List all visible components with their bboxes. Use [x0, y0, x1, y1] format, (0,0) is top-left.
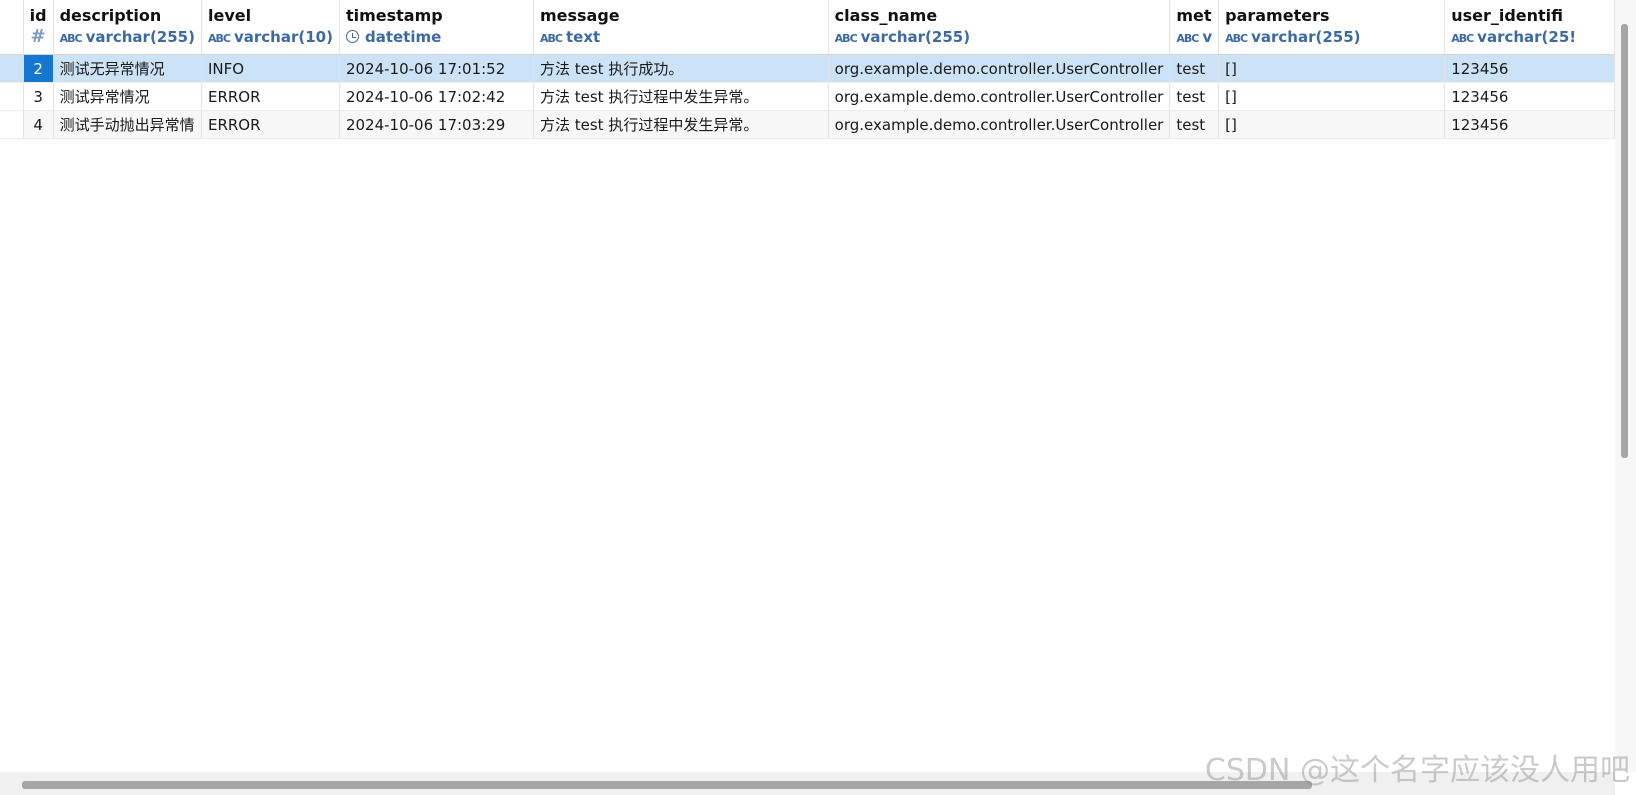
column-name: description — [59, 6, 162, 25]
column-type: # — [30, 26, 46, 47]
cell-parameters[interactable]: [] — [1218, 110, 1446, 139]
cell-class-name[interactable]: org.example.demo.controller.UserControll… — [828, 110, 1171, 139]
column-type: varchar(10) — [233, 28, 333, 46]
cell-level[interactable]: ERROR — [201, 82, 340, 111]
watermark: CSDN @这个名字应该没人用吧 — [1204, 753, 1630, 788]
text-type-icon: ABC — [834, 32, 858, 45]
cell-level[interactable]: INFO — [201, 54, 340, 83]
result-grid: id # description ABC varchar(255) level A… — [0, 0, 1615, 772]
column-header-method[interactable]: met ABC v — [1169, 0, 1220, 55]
column-name: class_name — [834, 6, 938, 25]
text-type-icon: ABC — [207, 32, 231, 45]
row-selector[interactable] — [0, 110, 24, 139]
column-name: message — [539, 6, 620, 25]
clock-icon — [345, 30, 359, 43]
cell-method[interactable]: test — [1169, 110, 1220, 139]
text-type-icon: ABC — [539, 32, 563, 45]
cell-user-identifier[interactable]: 123456 — [1444, 54, 1615, 83]
column-type: datetime — [364, 28, 442, 46]
row-selector[interactable] — [0, 54, 24, 83]
cell-method[interactable]: test — [1169, 82, 1220, 111]
cell-id[interactable]: 2 — [23, 54, 54, 83]
column-type: varchar(255) — [860, 28, 971, 46]
text-type-icon: ABC — [59, 32, 83, 45]
vertical-scrollbar-thumb[interactable] — [1621, 24, 1628, 458]
vertical-scrollbar[interactable] — [1615, 0, 1636, 772]
cell-message[interactable]: 方法 test 执行过程中发生异常。 — [533, 82, 829, 111]
cell-description[interactable]: 测试无异常情况 — [53, 54, 202, 83]
cell-message[interactable]: 方法 test 执行成功。 — [533, 54, 829, 83]
column-name: timestamp — [345, 6, 443, 25]
column-type: varchar(25! — [1477, 28, 1577, 46]
column-type: varchar(255) — [85, 28, 195, 46]
cell-class-name[interactable]: org.example.demo.controller.UserControll… — [828, 82, 1171, 111]
column-header-parameters[interactable]: parameters ABC varchar(255) — [1218, 0, 1446, 55]
text-type-icon: ABC — [1451, 32, 1474, 45]
horizontal-scrollbar-thumb[interactable] — [22, 781, 1312, 789]
column-header-class-name[interactable]: class_name ABC varchar(255) — [828, 0, 1171, 55]
column-type: varchar(255) — [1251, 28, 1361, 46]
cell-parameters[interactable]: [] — [1218, 82, 1446, 111]
cell-parameters[interactable]: [] — [1218, 54, 1446, 83]
header-row: id # description ABC varchar(255) level A… — [0, 0, 1615, 55]
cell-timestamp[interactable]: 2024-10-06 17:03:29 — [339, 110, 534, 139]
column-type: v — [1202, 28, 1213, 46]
column-header-timestamp[interactable]: timestamp datetime — [339, 0, 534, 55]
table-row[interactable]: 4 测试手动抛出异常情 ERROR 2024-10-06 17:03:29 方法… — [0, 110, 1615, 139]
row-gutter-header — [0, 0, 24, 55]
cell-user-identifier[interactable]: 123456 — [1444, 110, 1615, 139]
column-header-level[interactable]: level ABC varchar(10) — [201, 0, 340, 55]
column-header-user-identifier[interactable]: user_identifi ABC varchar(25! — [1444, 0, 1615, 55]
cell-class-name[interactable]: org.example.demo.controller.UserControll… — [828, 54, 1171, 83]
column-header-description[interactable]: description ABC varchar(255) — [53, 0, 202, 55]
cell-id[interactable]: 4 — [23, 110, 54, 139]
table-row[interactable]: 3 测试异常情况 ERROR 2024-10-06 17:02:42 方法 te… — [0, 82, 1615, 111]
cell-timestamp[interactable]: 2024-10-06 17:01:52 — [339, 54, 534, 83]
cell-message[interactable]: 方法 test 执行过程中发生异常。 — [533, 110, 829, 139]
data-table: id # description ABC varchar(255) level A… — [0, 0, 1615, 139]
column-name: id — [29, 6, 47, 25]
cell-id[interactable]: 3 — [23, 82, 54, 111]
cell-level[interactable]: ERROR — [201, 110, 340, 139]
cell-description[interactable]: 测试异常情况 — [53, 82, 202, 111]
column-name: user_identifi — [1451, 6, 1564, 25]
cell-user-identifier[interactable]: 123456 — [1444, 82, 1615, 111]
cell-description[interactable]: 测试手动抛出异常情 — [53, 110, 202, 139]
column-name: level — [207, 6, 252, 25]
column-header-message[interactable]: message ABC text — [533, 0, 829, 55]
column-name: met — [1176, 6, 1212, 25]
column-name: parameters — [1225, 6, 1330, 25]
cell-timestamp[interactable]: 2024-10-06 17:02:42 — [339, 82, 534, 111]
column-header-id[interactable]: id # — [23, 0, 54, 55]
text-type-icon: ABC — [1225, 32, 1248, 45]
cell-method[interactable]: test — [1169, 54, 1220, 83]
column-type: text — [565, 28, 601, 46]
table-row[interactable]: 2 测试无异常情况 INFO 2024-10-06 17:01:52 方法 te… — [0, 54, 1615, 83]
row-selector[interactable] — [0, 82, 24, 111]
text-type-icon: ABC — [1176, 32, 1199, 45]
